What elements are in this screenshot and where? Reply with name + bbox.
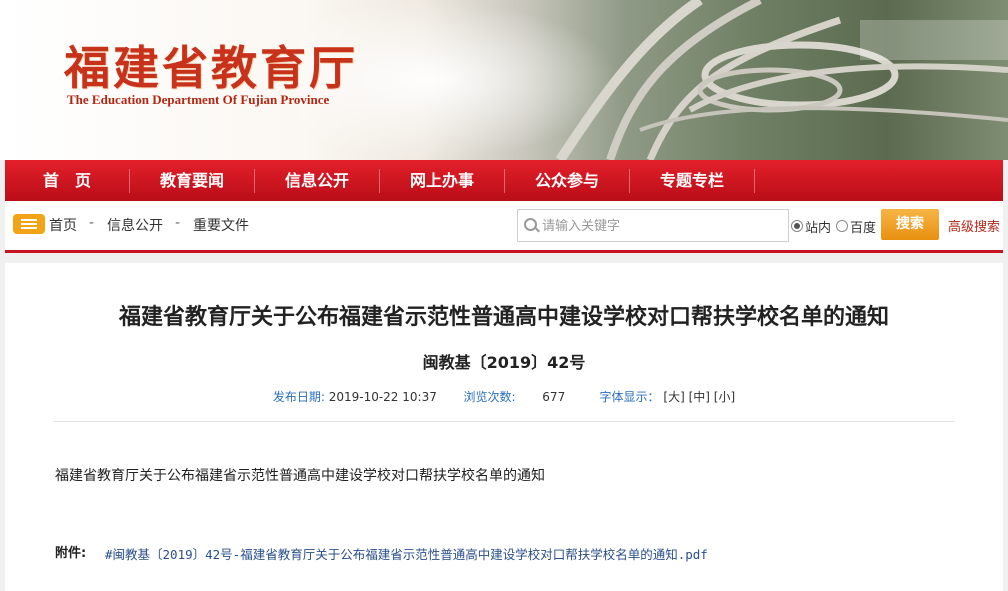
document-number: 闽教基〔2019〕42号 bbox=[422, 353, 586, 372]
header-banner: 福建省教育厅 The Education Department Of Fujia… bbox=[0, 0, 1008, 160]
site-logo-chinese[interactable]: 福建省教育厅 bbox=[64, 32, 358, 98]
font-size-label: 字体显示： bbox=[599, 390, 660, 404]
font-size-medium[interactable]: [中] bbox=[689, 390, 710, 404]
scope-label-site[interactable]: 站内 bbox=[805, 217, 831, 236]
scope-radio-baidu[interactable] bbox=[836, 220, 848, 232]
scope-radio-site[interactable] bbox=[791, 220, 803, 232]
breadcrumb-separator: - bbox=[89, 215, 95, 231]
nav-divider bbox=[754, 169, 755, 193]
search-box bbox=[517, 209, 789, 242]
breadcrumb-search-bar: 首页 - 信息公开 - 重要文件 站内 百度 搜索 高级搜索 bbox=[5, 201, 1003, 253]
scope-label-baidu[interactable]: 百度 bbox=[850, 217, 876, 236]
advanced-search-link[interactable]: 高级搜索 bbox=[948, 216, 1000, 235]
search-input[interactable] bbox=[540, 214, 784, 238]
publish-date-value: 2019-10-22 10:37 bbox=[328, 390, 437, 404]
publish-date-label: 发布日期: bbox=[272, 390, 325, 404]
search-button[interactable]: 搜索 bbox=[881, 209, 939, 240]
attachment-link[interactable]: #闽教基〔2019〕42号-福建省教育厅关于公布福建省示范性普通高中建设学校对口… bbox=[105, 540, 735, 570]
nav-item-special-topics[interactable]: 专题专栏 bbox=[630, 160, 754, 201]
article-meta: 发布日期: 2019-10-22 10:37 浏览次数: 677 字体显示： [… bbox=[5, 388, 1003, 405]
nav-item-education-news[interactable]: 教育要闻 bbox=[130, 160, 254, 201]
nav-item-info-disclosure[interactable]: 信息公开 bbox=[255, 160, 379, 201]
breadcrumb-home[interactable]: 首页 bbox=[49, 215, 77, 235]
nav-item-online-services[interactable]: 网上办事 bbox=[380, 160, 504, 201]
font-size-small[interactable]: [小] bbox=[714, 390, 735, 404]
article-title: 福建省教育厅关于公布福建省示范性普通高中建设学校对口帮扶学校名单的通知 bbox=[118, 305, 889, 330]
breadcrumb-info-disclosure[interactable]: 信息公开 bbox=[107, 215, 163, 235]
main-nav: 首 页 教育要闻 信息公开 网上办事 公众参与 专题专栏 bbox=[5, 160, 1003, 202]
breadcrumb-separator: - bbox=[175, 215, 181, 231]
nav-item-public-participation[interactable]: 公众参与 bbox=[505, 160, 629, 201]
view-count-value: 677 bbox=[542, 390, 566, 404]
site-logo-english[interactable]: The Education Department Of Fujian Provi… bbox=[67, 92, 329, 108]
list-icon bbox=[13, 214, 45, 234]
divider bbox=[53, 421, 955, 422]
search-icon bbox=[524, 218, 537, 231]
article-body: 福建省教育厅关于公布福建省示范性普通高中建设学校对口帮扶学校名单的通知 bbox=[55, 468, 545, 484]
nav-item-home[interactable]: 首 页 bbox=[5, 160, 129, 201]
attachment-label: 附件: bbox=[55, 546, 87, 561]
font-size-large[interactable]: [大] bbox=[663, 390, 684, 404]
view-count-label: 浏览次数: bbox=[463, 390, 516, 404]
breadcrumb-important-documents[interactable]: 重要文件 bbox=[193, 215, 249, 235]
article-panel: 福建省教育厅关于公布福建省示范性普通高中建设学校对口帮扶学校名单的通知 闽教基〔… bbox=[5, 263, 1003, 591]
